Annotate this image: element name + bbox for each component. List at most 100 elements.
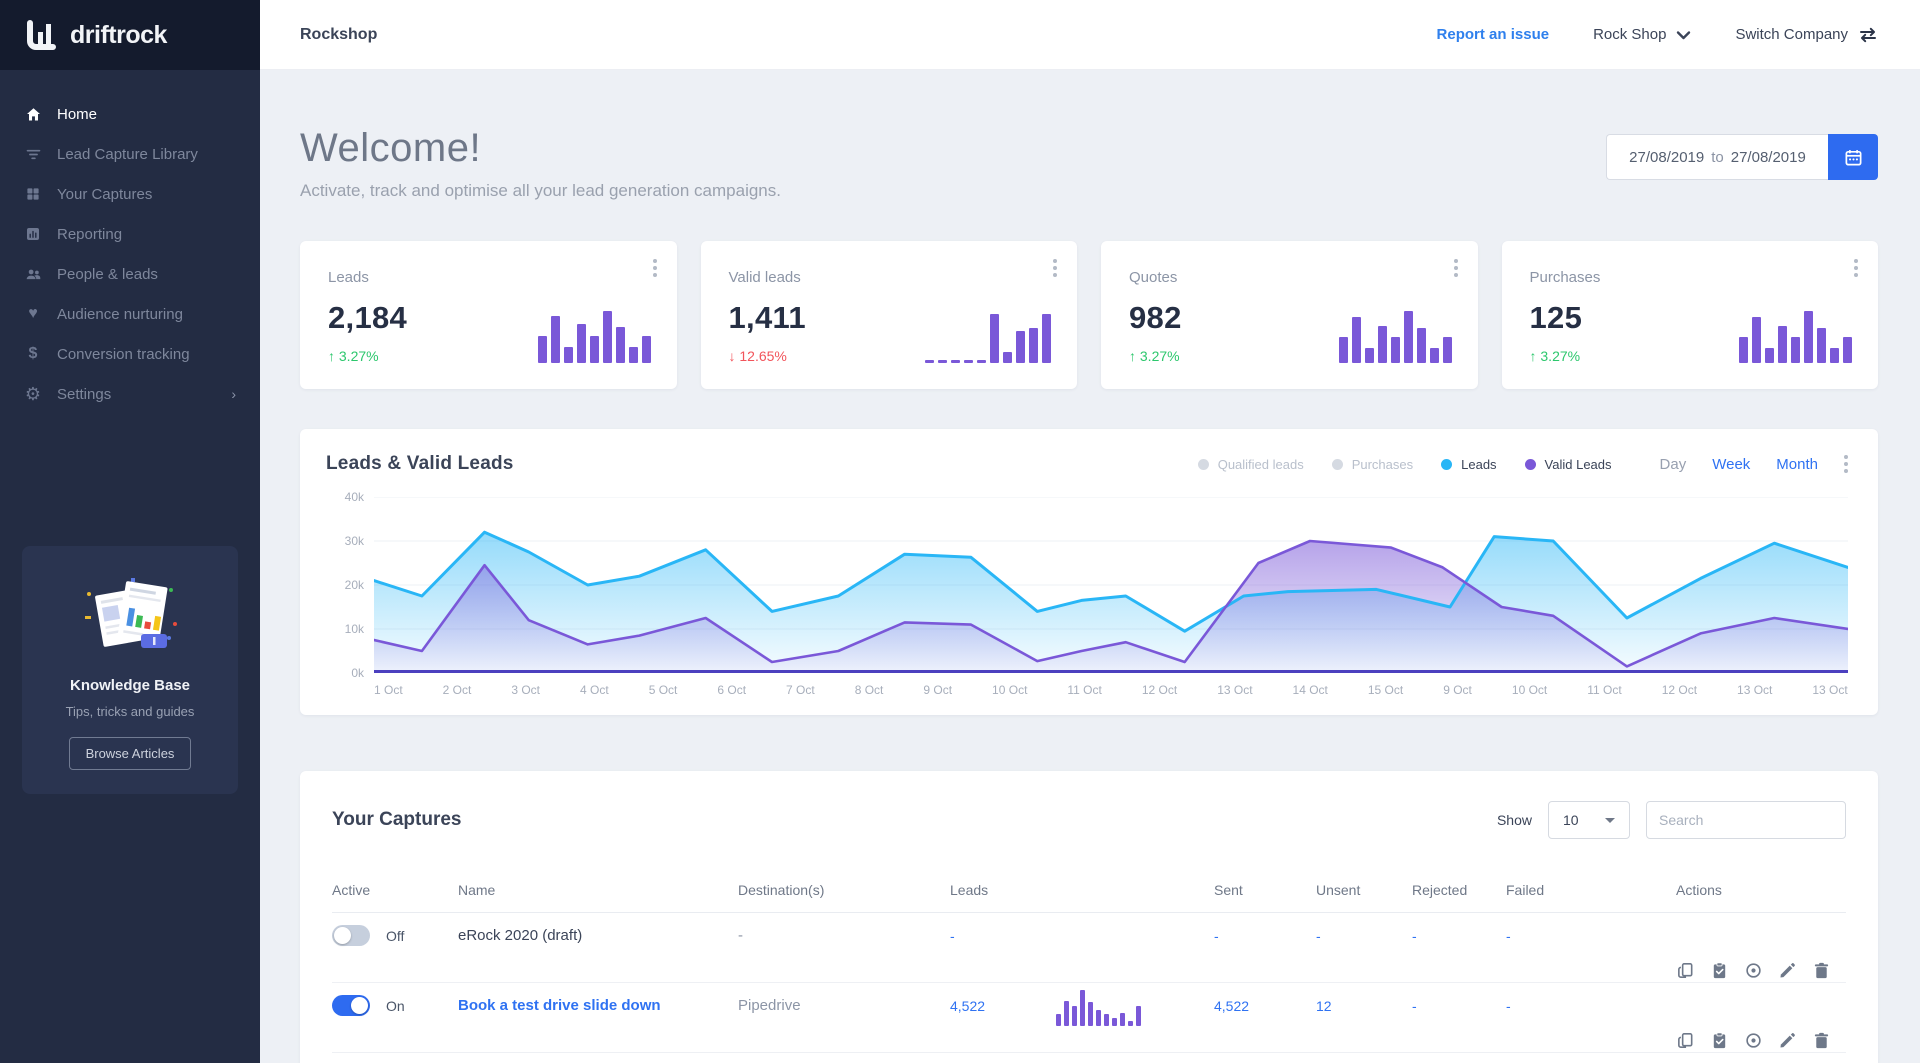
legend-item-valid-leads[interactable]: Valid Leads	[1524, 457, 1612, 472]
col-actions: Actions	[1676, 881, 1722, 898]
knowledge-base-illustration	[85, 578, 177, 648]
capture-name-link[interactable]: Book a test drive slide down	[458, 997, 738, 1014]
date-range-input[interactable]: 27/08/2019 to 27/08/2019	[1606, 134, 1828, 180]
duplicate-icon[interactable]	[1676, 961, 1695, 980]
col-rejected: Rejected	[1412, 881, 1468, 898]
stat-label: Valid leads	[728, 269, 801, 286]
preview-eye-icon[interactable]	[1744, 1031, 1763, 1050]
browse-articles-button[interactable]: Browse Articles	[68, 737, 192, 770]
heart-icon	[24, 305, 42, 323]
toggle-state-label: Off	[386, 927, 405, 944]
stat-label: Purchases	[1529, 269, 1601, 286]
trend-arrow-icon: ↑	[1129, 348, 1136, 364]
legend-item-leads[interactable]: Leads	[1441, 457, 1497, 472]
calendar-button[interactable]	[1828, 134, 1878, 180]
sidebar-item-your-captures[interactable]: Your Captures	[0, 174, 260, 214]
chart-legend: Qualified leads Purchases Leads Valid Le…	[1197, 457, 1612, 472]
page-subtitle: Activate, track and optimise all your le…	[300, 181, 781, 200]
sidebar: driftrock Home Lead Capture Library Your…	[0, 0, 260, 1063]
caret-down-icon	[1605, 817, 1615, 823]
sidebar-item-conversion-tracking[interactable]: Conversion tracking	[0, 334, 260, 374]
knowledge-base-subtitle: Tips, tricks and guides	[65, 704, 195, 719]
chart-menu-icon[interactable]	[1844, 455, 1848, 473]
sidebar-item-settings[interactable]: Settings ›	[0, 374, 260, 414]
capture-name[interactable]: eRock 2020 (draft)	[458, 927, 738, 944]
row-mini-bar-chart	[1056, 986, 1214, 1026]
dashboard-content: Welcome! Activate, track and optimise al…	[260, 70, 1920, 1063]
trend-arrow-icon: ↑	[328, 348, 335, 364]
delete-trash-icon[interactable]	[1812, 1031, 1831, 1050]
sent-value: 4,522	[1214, 997, 1250, 1014]
edit-pencil-icon[interactable]	[1778, 961, 1797, 980]
sidebar-item-home[interactable]: Home	[0, 94, 260, 134]
main-area: Rockshop Report an issue Rock Shop Switc…	[260, 0, 1920, 1063]
brand-logo[interactable]: driftrock	[0, 0, 260, 70]
range-option-week[interactable]: Week	[1712, 456, 1750, 473]
duplicate-icon[interactable]	[1676, 1031, 1695, 1050]
report-an-issue-link[interactable]: Report an issue	[1437, 26, 1550, 43]
failed-value: -	[1506, 997, 1511, 1014]
table-row: Off eRock 2020 (draft) - - - - - -	[332, 913, 1846, 983]
sidebar-item-label: Settings	[57, 385, 112, 403]
card-menu-icon[interactable]	[1453, 259, 1458, 277]
switch-company-button[interactable]: Switch Company	[1735, 26, 1878, 43]
col-destinations: Destination(s)	[738, 881, 825, 898]
date-range-picker: 27/08/2019 to 27/08/2019	[1606, 134, 1878, 180]
clipboard-check-icon[interactable]	[1710, 1031, 1729, 1050]
delete-trash-icon[interactable]	[1812, 961, 1831, 980]
workspace-name: Rockshop	[300, 25, 378, 43]
sidebar-item-reporting[interactable]: Reporting	[0, 214, 260, 254]
knowledge-base-title: Knowledge Base	[69, 677, 191, 694]
legend-item-qualified-leads[interactable]: Qualified leads	[1197, 457, 1304, 472]
legend-dot	[1197, 458, 1209, 470]
filter-icon	[24, 145, 42, 163]
legend-dot	[1524, 458, 1536, 470]
active-toggle[interactable]	[332, 995, 370, 1016]
table-row: -	[332, 1053, 1846, 1063]
range-option-month[interactable]: Month	[1776, 456, 1818, 473]
card-menu-icon[interactable]	[1854, 259, 1858, 277]
knowledge-base-card: Knowledge Base Tips, tricks and guides B…	[22, 546, 238, 794]
chevron-down-icon	[1677, 30, 1691, 39]
page-size-value: 10	[1563, 812, 1579, 828]
page-size-select[interactable]: 10	[1548, 801, 1630, 839]
leads-valid-leads-chart	[374, 497, 1848, 673]
preview-eye-icon[interactable]	[1744, 961, 1763, 980]
active-toggle[interactable]	[332, 925, 370, 946]
sidebar-item-lead-capture-library[interactable]: Lead Capture Library	[0, 134, 260, 174]
sent-value: -	[1214, 927, 1219, 944]
leads-chart-card: Leads & Valid Leads Qualified leads Purc…	[300, 429, 1878, 715]
range-option-day[interactable]: Day	[1660, 456, 1687, 473]
driftrock-logo-icon	[27, 20, 56, 50]
stat-card-leads: Leads 2,184 ↑ 3.27%	[300, 241, 677, 389]
col-leads: Leads	[950, 881, 989, 898]
capture-destination: -	[738, 927, 743, 944]
sidebar-item-audience-nurturing[interactable]: Audience nurturing	[0, 294, 260, 334]
calendar-icon	[1845, 149, 1861, 165]
mini-bar-chart	[925, 311, 1051, 363]
clipboard-check-icon[interactable]	[1710, 961, 1729, 980]
search-input[interactable]	[1659, 812, 1840, 828]
failed-value: -	[1506, 927, 1511, 944]
company-dropdown[interactable]: Rock Shop	[1593, 26, 1691, 43]
unsent-value: 12	[1316, 997, 1332, 1014]
leads-value: -	[950, 927, 955, 944]
legend-dot	[1441, 458, 1453, 470]
row-mini-bar-chart	[1056, 916, 1214, 956]
stat-label: Leads	[328, 269, 369, 286]
table-row: On Book a test drive slide down Pipedriv…	[332, 983, 1846, 1053]
chart-title: Leads & Valid Leads	[326, 453, 514, 474]
table-header-row: Active Name Destination(s) Leads Sent Un…	[332, 867, 1846, 913]
stat-cards-row: Leads 2,184 ↑ 3.27% Valid leads 1,411 ↓ …	[300, 241, 1878, 389]
card-menu-icon[interactable]	[1053, 259, 1057, 277]
legend-item-purchases[interactable]: Purchases	[1331, 457, 1413, 472]
trend-arrow-icon: ↑	[1529, 348, 1537, 364]
sidebar-item-people-leads[interactable]: People & leads	[0, 254, 260, 294]
edit-pencil-icon[interactable]	[1778, 1031, 1797, 1050]
col-sent: Sent	[1214, 881, 1243, 898]
mini-bar-chart	[1739, 311, 1852, 363]
home-icon	[24, 105, 42, 123]
sidebar-item-label: Reporting	[57, 225, 123, 243]
card-menu-icon[interactable]	[652, 259, 657, 277]
stat-card-valid-leads: Valid leads 1,411 ↓ 12.65%	[700, 241, 1077, 389]
